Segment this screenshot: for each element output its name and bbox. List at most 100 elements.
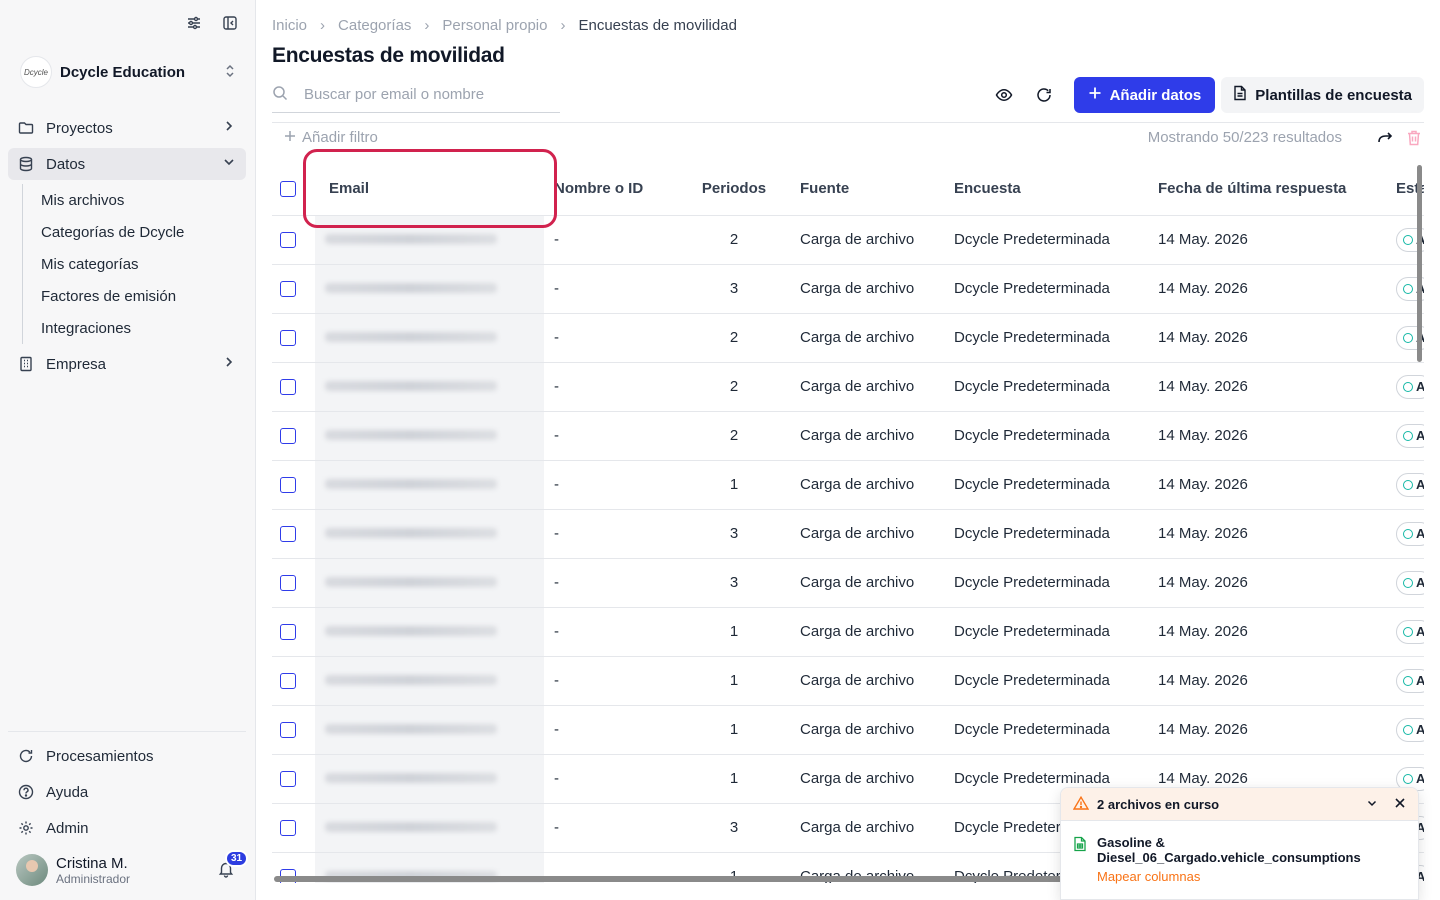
nav-item-ayuda[interactable]: Ayuda xyxy=(8,776,246,808)
check-circle-icon xyxy=(1403,528,1413,539)
check-circle-icon xyxy=(1403,479,1413,490)
search-icon xyxy=(272,85,288,104)
user-profile[interactable]: Cristina M. Administrador 31 xyxy=(16,850,249,888)
row-checkbox[interactable] xyxy=(280,379,296,396)
table-row[interactable]: - 2 Carga de archivo Dcycle Predetermina… xyxy=(272,411,1424,461)
row-checkbox[interactable] xyxy=(280,330,296,347)
status-badge: A xyxy=(1396,374,1424,399)
header-source[interactable]: Fuente xyxy=(784,163,942,216)
help-icon xyxy=(18,784,34,800)
vertical-scrollbar[interactable] xyxy=(1417,165,1422,362)
sidebar-top-icons xyxy=(185,14,239,32)
chevron-down-icon[interactable] xyxy=(1366,797,1378,812)
status-cell: A xyxy=(1392,558,1424,608)
row-checkbox[interactable] xyxy=(280,232,296,249)
name-cell: - xyxy=(544,607,684,657)
notifications-button[interactable]: 31 xyxy=(217,850,249,880)
row-checkbox[interactable] xyxy=(280,624,296,641)
breadcrumb-inicio[interactable]: Inicio xyxy=(272,17,307,34)
table-row[interactable]: - 1 Carga de archivo Dcycle Predetermina… xyxy=(272,656,1424,706)
row-checkbox[interactable] xyxy=(280,820,296,837)
survey-cell: Dcycle Predeterminada xyxy=(942,705,1152,755)
close-icon[interactable] xyxy=(1394,797,1406,812)
database-icon xyxy=(18,156,34,172)
user-name: Cristina M. xyxy=(56,854,128,872)
breadcrumb-personal-propio[interactable]: Personal propio xyxy=(442,17,547,34)
blurred-email xyxy=(325,626,497,636)
nav-item-procesamientos[interactable]: Procesamientos xyxy=(8,740,246,772)
survey-templates-button[interactable]: Plantillas de encuesta xyxy=(1221,77,1424,113)
refresh-icon[interactable] xyxy=(1026,77,1062,113)
table-row[interactable]: - 1 Carga de archivo Dcycle Predetermina… xyxy=(272,460,1424,510)
source-cell: Carga de archivo xyxy=(784,411,942,461)
add-filter-label: Añadir filtro xyxy=(302,129,378,146)
breadcrumb-current: Encuestas de movilidad xyxy=(578,17,737,34)
nav-item-admin[interactable]: Admin xyxy=(8,812,246,844)
table-row[interactable]: - 2 Carga de archivo Dcycle Predetermina… xyxy=(272,313,1424,363)
select-all-checkbox[interactable] xyxy=(280,181,296,198)
row-checkbox[interactable] xyxy=(280,281,296,298)
header-last-response-date[interactable]: Fecha de última respuesta xyxy=(1152,163,1392,216)
search-box xyxy=(272,76,560,113)
status-label: A xyxy=(1416,722,1424,737)
periods-cell: 2 xyxy=(684,313,784,363)
settings-sliders-icon[interactable] xyxy=(185,14,203,32)
header-email[interactable]: Email xyxy=(315,163,544,216)
map-columns-link[interactable]: Mapear columnas xyxy=(1097,869,1406,884)
table-row[interactable]: - 1 Carga de archivo Dcycle Predetermina… xyxy=(272,705,1424,755)
row-checkbox[interactable] xyxy=(280,722,296,739)
email-cell xyxy=(315,705,544,755)
trash-icon[interactable] xyxy=(1406,129,1424,147)
source-cell: Carga de archivo xyxy=(784,313,942,363)
search-input[interactable] xyxy=(304,85,544,103)
blurred-email xyxy=(325,675,497,685)
blurred-email xyxy=(325,724,497,734)
nav-item-empresa[interactable]: Empresa xyxy=(8,348,246,380)
table-row[interactable]: - 2 Carga de archivo Dcycle Predetermina… xyxy=(272,215,1424,265)
name-cell: - xyxy=(544,509,684,559)
table-row[interactable]: - 3 Carga de archivo Dcycle Predetermina… xyxy=(272,509,1424,559)
collapse-sidebar-icon[interactable] xyxy=(221,14,239,32)
row-checkbox[interactable] xyxy=(280,673,296,690)
periods-cell: 2 xyxy=(684,362,784,412)
source-cell: Carga de archivo xyxy=(784,460,942,510)
table-row[interactable]: - 1 Carga de archivo Dcycle Predetermina… xyxy=(272,607,1424,657)
status-cell: A xyxy=(1392,411,1424,461)
notification-title: 2 archivos en curso xyxy=(1097,796,1220,812)
page-title: Encuestas de movilidad xyxy=(272,44,505,67)
source-cell: Carga de archivo xyxy=(784,705,942,755)
table-row[interactable]: - 3 Carga de archivo Dcycle Predetermina… xyxy=(272,264,1424,314)
horizontal-scrollbar[interactable] xyxy=(274,876,1074,882)
status-label: A xyxy=(1416,624,1424,639)
row-checkbox[interactable] xyxy=(280,477,296,494)
sub-item-mis-categorias[interactable]: Mis categorías xyxy=(23,248,246,280)
sub-item-factores-emision[interactable]: Factores de emisión xyxy=(23,280,246,312)
add-data-button[interactable]: Añadir datos xyxy=(1073,77,1216,113)
date-cell: 14 May. 2026 xyxy=(1152,509,1392,559)
status-label: A xyxy=(1416,379,1424,394)
breadcrumb-categorias[interactable]: Categorías xyxy=(338,17,411,34)
header-name[interactable]: Nombre o ID xyxy=(544,163,684,216)
blurred-email xyxy=(325,479,497,489)
sub-item-categorias-dcycle[interactable]: Categorías de Dcycle xyxy=(23,216,246,248)
table-row[interactable]: - 3 Carga de archivo Dcycle Predetermina… xyxy=(272,558,1424,608)
check-circle-icon xyxy=(1403,626,1413,637)
eye-icon[interactable] xyxy=(986,77,1022,113)
header-periods[interactable]: Periodos xyxy=(684,163,784,216)
nav-item-datos[interactable]: Datos xyxy=(8,148,246,180)
row-checkbox[interactable] xyxy=(280,526,296,543)
share-arrow-icon[interactable] xyxy=(1376,129,1394,147)
row-checkbox[interactable] xyxy=(280,575,296,592)
row-checkbox[interactable] xyxy=(280,771,296,788)
nav-item-proyectos[interactable]: Proyectos xyxy=(8,112,246,144)
notification-body: Gasoline & Diesel_06_Cargado.vehicle_con… xyxy=(1061,821,1418,884)
check-circle-icon xyxy=(1403,577,1413,588)
add-filter-button[interactable]: Añadir filtro xyxy=(284,129,378,146)
table-row[interactable]: - 2 Carga de archivo Dcycle Predetermina… xyxy=(272,362,1424,412)
nav-label: Ayuda xyxy=(46,783,89,801)
sub-item-integraciones[interactable]: Integraciones xyxy=(23,312,246,344)
header-survey[interactable]: Encuesta xyxy=(942,163,1152,216)
sub-item-mis-archivos[interactable]: Mis archivos xyxy=(23,184,246,216)
row-checkbox[interactable] xyxy=(280,428,296,445)
org-switcher[interactable]: Dcycle Dcycle Education xyxy=(20,56,237,88)
